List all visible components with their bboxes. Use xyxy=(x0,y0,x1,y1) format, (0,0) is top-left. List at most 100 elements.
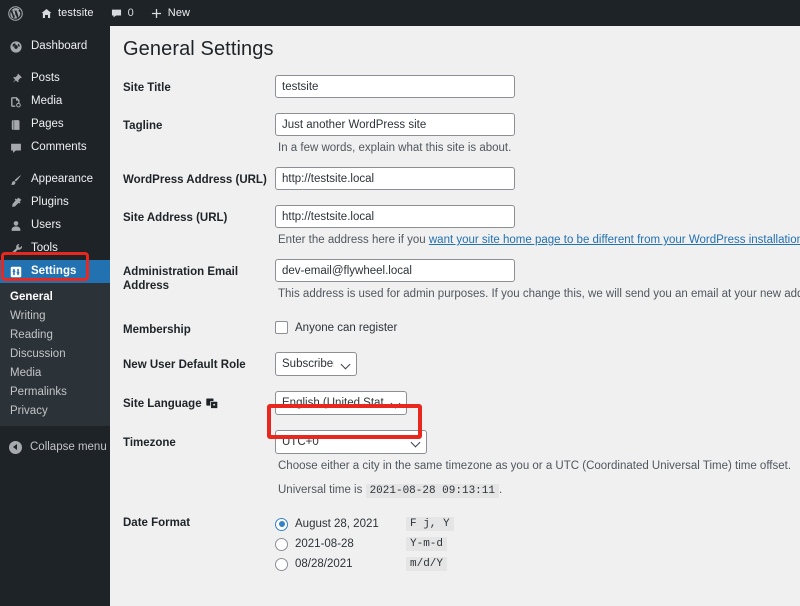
field-row-site-language: Site Language English (United States) xyxy=(110,391,800,415)
date-format-code-1: Y-m-d xyxy=(406,537,448,551)
submenu-item-media[interactable]: Media xyxy=(0,363,110,382)
date-format-option-row[interactable]: August 28, 2021 F j, Y xyxy=(275,514,800,534)
universal-time-value: 2021-08-28 09:13:11 xyxy=(365,484,499,498)
admin-bar-new-content[interactable]: New xyxy=(142,0,198,26)
collapse-arrow-icon xyxy=(9,440,22,454)
settings-submenu: General Writing Reading Discussion Media… xyxy=(0,283,110,426)
label-timezone: Timezone xyxy=(123,437,176,449)
timezone-select-wrap: UTC+0 xyxy=(275,430,427,454)
wordpress-logo-icon xyxy=(8,5,23,21)
site-address-input[interactable] xyxy=(275,205,515,228)
wordpress-address-input[interactable] xyxy=(275,167,515,190)
plus-icon xyxy=(150,7,163,20)
date-format-example-1: 2021-08-28 xyxy=(295,538,354,550)
collapse-menu-button[interactable]: Collapse menu xyxy=(0,436,110,458)
comment-icon xyxy=(110,7,123,20)
settings-content: General Settings Site Title Tagline In a… xyxy=(110,26,800,606)
anyone-can-register-checkbox[interactable] xyxy=(275,321,288,334)
plug-icon xyxy=(9,196,23,210)
tagline-description: In a few words, explain what this site i… xyxy=(278,142,512,154)
admin-bar-new-content-label: New xyxy=(167,7,191,19)
translation-icon xyxy=(205,398,219,410)
date-format-radio-1[interactable] xyxy=(275,537,288,551)
media-icon xyxy=(9,95,23,109)
site-address-help-link[interactable]: want your site home page to be different… xyxy=(429,234,800,246)
admin-bar-wordpress-logo[interactable] xyxy=(0,0,32,26)
menu-separator-1 xyxy=(0,58,110,67)
submenu-item-writing[interactable]: Writing xyxy=(0,306,110,325)
membership-checkbox-row[interactable]: Anyone can register xyxy=(275,317,800,334)
admin-bar-site-name[interactable]: testsite xyxy=(32,0,102,26)
admin-bar-comments[interactable]: 0 xyxy=(102,0,142,26)
date-format-option-row[interactable]: 2021-08-28 Y-m-d xyxy=(275,534,800,554)
universal-time-row: Universal time is 2021-08-28 09:13:11. xyxy=(275,474,800,499)
sidebar-item-media[interactable]: Media xyxy=(0,90,110,113)
admin-bar-site-name-label: testsite xyxy=(58,7,94,19)
field-row-wordpress-address: WordPress Address (URL) xyxy=(110,167,800,190)
sidebar-item-users-label: Users xyxy=(31,218,62,231)
date-format-radio-2[interactable] xyxy=(275,557,288,571)
site-title-input[interactable] xyxy=(275,75,515,98)
submenu-item-reading[interactable]: Reading xyxy=(0,325,110,344)
new-user-role-select[interactable]: Subscriber xyxy=(275,352,357,376)
collapse-menu-label: Collapse menu xyxy=(30,441,107,453)
admin-bar-comments-count: 0 xyxy=(127,7,134,19)
sidebar-item-settings[interactable]: Settings xyxy=(0,260,110,283)
wordpress-admin-screen: testsite 0 New Dashboard Posts Media Pag… xyxy=(0,0,800,606)
site-language-select[interactable]: English (United States) xyxy=(275,391,407,415)
sidebar-item-tools-label: Tools xyxy=(31,241,58,254)
label-membership: Membership xyxy=(123,324,191,336)
anyone-can-register-label: Anyone can register xyxy=(295,321,398,334)
date-format-options: August 28, 2021 F j, Y 2021-08-28 Y-m-d … xyxy=(275,514,800,574)
label-date-format: Date Format xyxy=(123,517,191,529)
sidebar-item-plugins[interactable]: Plugins xyxy=(0,191,110,214)
sidebar-item-comments-label: Comments xyxy=(31,140,87,153)
label-wordpress-address: WordPress Address (URL) xyxy=(123,174,267,186)
field-row-timezone: Timezone UTC+0 Choose either a city in t… xyxy=(110,430,800,499)
date-format-radio-0[interactable] xyxy=(275,517,288,531)
field-row-date-format: Date Format August 28, 2021 F j, Y 2021-… xyxy=(110,514,800,574)
sidebar-item-users[interactable]: Users xyxy=(0,214,110,237)
general-settings-form: Site Title Tagline In a few words, expla… xyxy=(110,75,800,574)
field-row-site-title: Site Title xyxy=(110,75,800,98)
dashboard-icon xyxy=(9,40,23,54)
submenu-item-discussion[interactable]: Discussion xyxy=(0,344,110,363)
menu-top-spacer xyxy=(0,26,110,35)
comment-icon xyxy=(9,141,23,155)
field-row-membership: Membership Anyone can register xyxy=(110,317,800,337)
date-format-example-2: 08/28/2021 xyxy=(295,558,353,570)
site-address-description-text: Enter the address here if you xyxy=(278,234,429,246)
sidebar-item-pages[interactable]: Pages xyxy=(0,113,110,136)
date-format-code-0: F j, Y xyxy=(406,517,454,531)
timezone-select[interactable]: UTC+0 xyxy=(275,430,427,454)
sidebar-item-comments[interactable]: Comments xyxy=(0,136,110,159)
sidebar-item-tools[interactable]: Tools xyxy=(0,237,110,260)
sidebar-item-appearance[interactable]: Appearance xyxy=(0,168,110,191)
label-new-user-role: New User Default Role xyxy=(123,359,246,371)
site-language-select-wrap: English (United States) xyxy=(275,391,407,415)
universal-time-prefix: Universal time is xyxy=(278,484,363,496)
sidebar-item-dashboard[interactable]: Dashboard xyxy=(0,35,110,58)
date-format-code-2: m/d/Y xyxy=(406,557,448,571)
submenu-item-general[interactable]: General xyxy=(0,287,110,306)
new-user-role-select-wrap: Subscriber xyxy=(275,352,357,376)
sidebar-item-appearance-label: Appearance xyxy=(31,172,94,185)
date-format-option-row[interactable]: 08/28/2021 m/d/Y xyxy=(275,554,800,574)
tagline-input[interactable] xyxy=(275,113,515,136)
label-site-language: Site Language xyxy=(123,391,275,411)
field-row-new-user-role: New User Default Role Subscriber xyxy=(110,352,800,376)
sidebar-item-dashboard-label: Dashboard xyxy=(31,39,88,52)
sidebar-item-posts[interactable]: Posts xyxy=(0,67,110,90)
submenu-item-permalinks[interactable]: Permalinks xyxy=(0,382,110,401)
page-title: General Settings xyxy=(123,38,274,60)
home-icon xyxy=(40,7,53,20)
submenu-item-privacy[interactable]: Privacy xyxy=(0,401,110,420)
admin-email-input[interactable] xyxy=(275,259,515,282)
sidebar-item-pages-label: Pages xyxy=(31,117,64,130)
